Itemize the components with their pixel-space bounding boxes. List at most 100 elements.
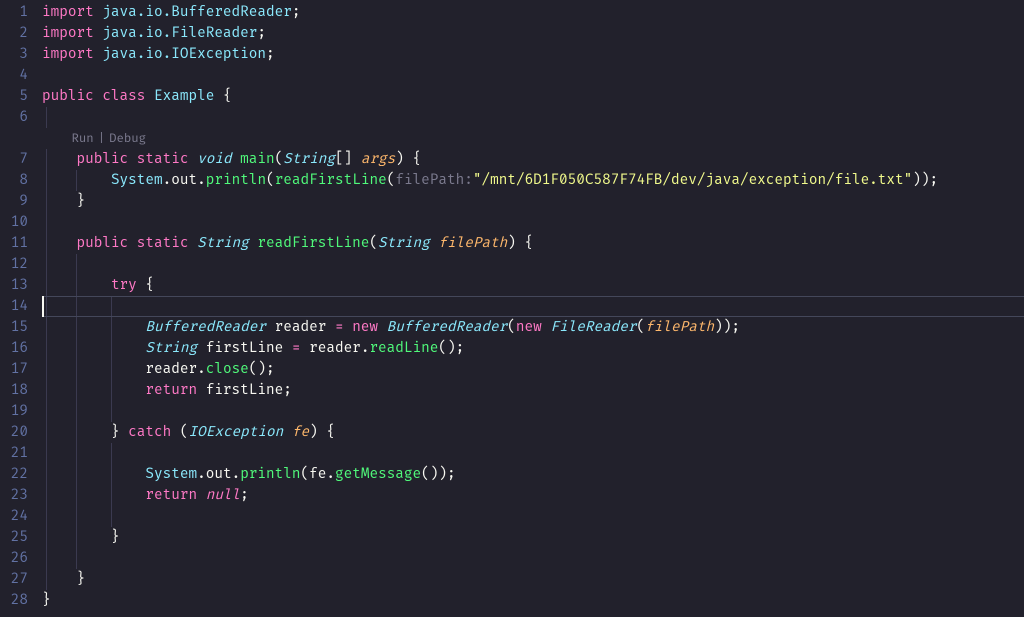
indent-guide xyxy=(46,275,47,296)
gutter-spacer xyxy=(0,128,42,149)
token: } xyxy=(42,571,85,588)
code-line[interactable]: BufferedReader reader = new BufferedRead… xyxy=(42,317,1024,338)
line-number-gutter: 1234567891011121314151617181920212223242… xyxy=(0,0,42,617)
indent-guide xyxy=(111,317,112,338)
token: null xyxy=(206,487,240,504)
indent-guide xyxy=(46,359,47,380)
token: ( xyxy=(301,466,310,483)
token xyxy=(42,340,145,357)
code-line[interactable]: public static void main(String[] args) { xyxy=(42,149,1024,170)
token: ( xyxy=(275,151,284,168)
code-line[interactable]: reader.close(); xyxy=(42,359,1024,380)
token xyxy=(42,487,145,504)
token: BufferedReader xyxy=(387,319,508,336)
line-number: 18 xyxy=(0,380,42,401)
line-number: 7 xyxy=(0,149,42,170)
line-number: 26 xyxy=(0,548,42,569)
token: import xyxy=(42,25,102,42)
line-number: 23 xyxy=(0,485,42,506)
token: System xyxy=(111,172,163,189)
token: ()); xyxy=(421,466,455,483)
indent-guide xyxy=(76,296,77,317)
token: out xyxy=(171,172,197,189)
token: getMessage xyxy=(335,466,421,483)
code-editor[interactable]: 1234567891011121314151617181920212223242… xyxy=(0,0,1024,617)
indent-guide xyxy=(76,422,77,443)
line-number: 6 xyxy=(0,107,42,128)
code-line[interactable]: System.out.println(fe.getMessage()); xyxy=(42,464,1024,485)
token: . xyxy=(197,172,206,189)
token: try xyxy=(111,277,137,294)
token: public xyxy=(76,235,136,252)
line-number: 11 xyxy=(0,233,42,254)
indent-guide xyxy=(46,401,47,422)
codelens: Run|Debug xyxy=(42,128,1024,149)
token: } xyxy=(42,592,51,609)
token: java.io.FileReader xyxy=(102,25,257,42)
indent-guide xyxy=(46,296,47,317)
indent-guide xyxy=(111,443,112,464)
code-line[interactable]: import java.io.IOException; xyxy=(42,44,1024,65)
code-line[interactable]: public class Example { xyxy=(42,86,1024,107)
code-line[interactable]: } xyxy=(42,569,1024,590)
token: String xyxy=(197,235,257,252)
line-number: 20 xyxy=(0,422,42,443)
code-line[interactable]: return null; xyxy=(42,485,1024,506)
code-area[interactable]: import java.io.BufferedReader;import jav… xyxy=(42,0,1024,617)
code-line[interactable]: try { xyxy=(42,275,1024,296)
code-line[interactable] xyxy=(42,506,1024,527)
code-line[interactable]: } xyxy=(42,191,1024,212)
token: [] xyxy=(335,151,361,168)
indent-guide xyxy=(111,380,112,401)
token: filePath xyxy=(438,235,507,252)
indent-guide xyxy=(76,401,77,422)
token: fe xyxy=(292,424,309,441)
indent-guide xyxy=(111,506,112,527)
code-line[interactable] xyxy=(42,107,1024,128)
indent-guide xyxy=(76,506,77,527)
indent-guide xyxy=(111,296,112,317)
code-line[interactable] xyxy=(42,296,1024,317)
code-line[interactable]: } xyxy=(42,527,1024,548)
token xyxy=(42,361,145,378)
token: ( xyxy=(266,172,275,189)
indent-guide xyxy=(76,548,77,569)
indent-guide xyxy=(46,548,47,569)
token: void xyxy=(197,151,240,168)
token: fe xyxy=(309,466,326,483)
indent-guide xyxy=(46,485,47,506)
code-line[interactable]: import java.io.BufferedReader; xyxy=(42,2,1024,23)
token: } xyxy=(42,424,128,441)
token: String xyxy=(283,151,335,168)
code-line[interactable] xyxy=(42,401,1024,422)
token: static xyxy=(137,151,197,168)
token: reader xyxy=(309,340,361,357)
token: java.io.BufferedReader xyxy=(102,4,292,21)
token: println xyxy=(240,466,300,483)
code-line[interactable]: } xyxy=(42,590,1024,611)
code-line[interactable]: return firstLine; xyxy=(42,380,1024,401)
code-line[interactable]: System.out.println(readFirstLine(filePat… xyxy=(42,170,1024,191)
code-line[interactable] xyxy=(42,212,1024,233)
token: Example xyxy=(154,88,214,105)
codelens-run[interactable]: Run xyxy=(72,128,94,149)
indent-guide xyxy=(111,338,112,359)
code-line[interactable]: import java.io.FileReader; xyxy=(42,23,1024,44)
code-line[interactable]: public static String readFirstLine(Strin… xyxy=(42,233,1024,254)
code-line[interactable]: } catch (IOException fe) { xyxy=(42,422,1024,443)
token: FileReader xyxy=(550,319,636,336)
indent-guide xyxy=(46,254,47,275)
code-line[interactable] xyxy=(42,443,1024,464)
token: String xyxy=(145,340,197,357)
line-number: 4 xyxy=(0,65,42,86)
code-line[interactable] xyxy=(42,65,1024,86)
token: close xyxy=(206,361,249,378)
code-line[interactable] xyxy=(42,548,1024,569)
token: IOException xyxy=(188,424,291,441)
code-line[interactable] xyxy=(42,254,1024,275)
code-line[interactable]: String firstLine = reader.readLine(); xyxy=(42,338,1024,359)
token: = xyxy=(335,319,352,336)
token: ; xyxy=(257,25,266,42)
codelens-debug[interactable]: Debug xyxy=(109,128,146,149)
token: filePath: xyxy=(395,172,473,189)
